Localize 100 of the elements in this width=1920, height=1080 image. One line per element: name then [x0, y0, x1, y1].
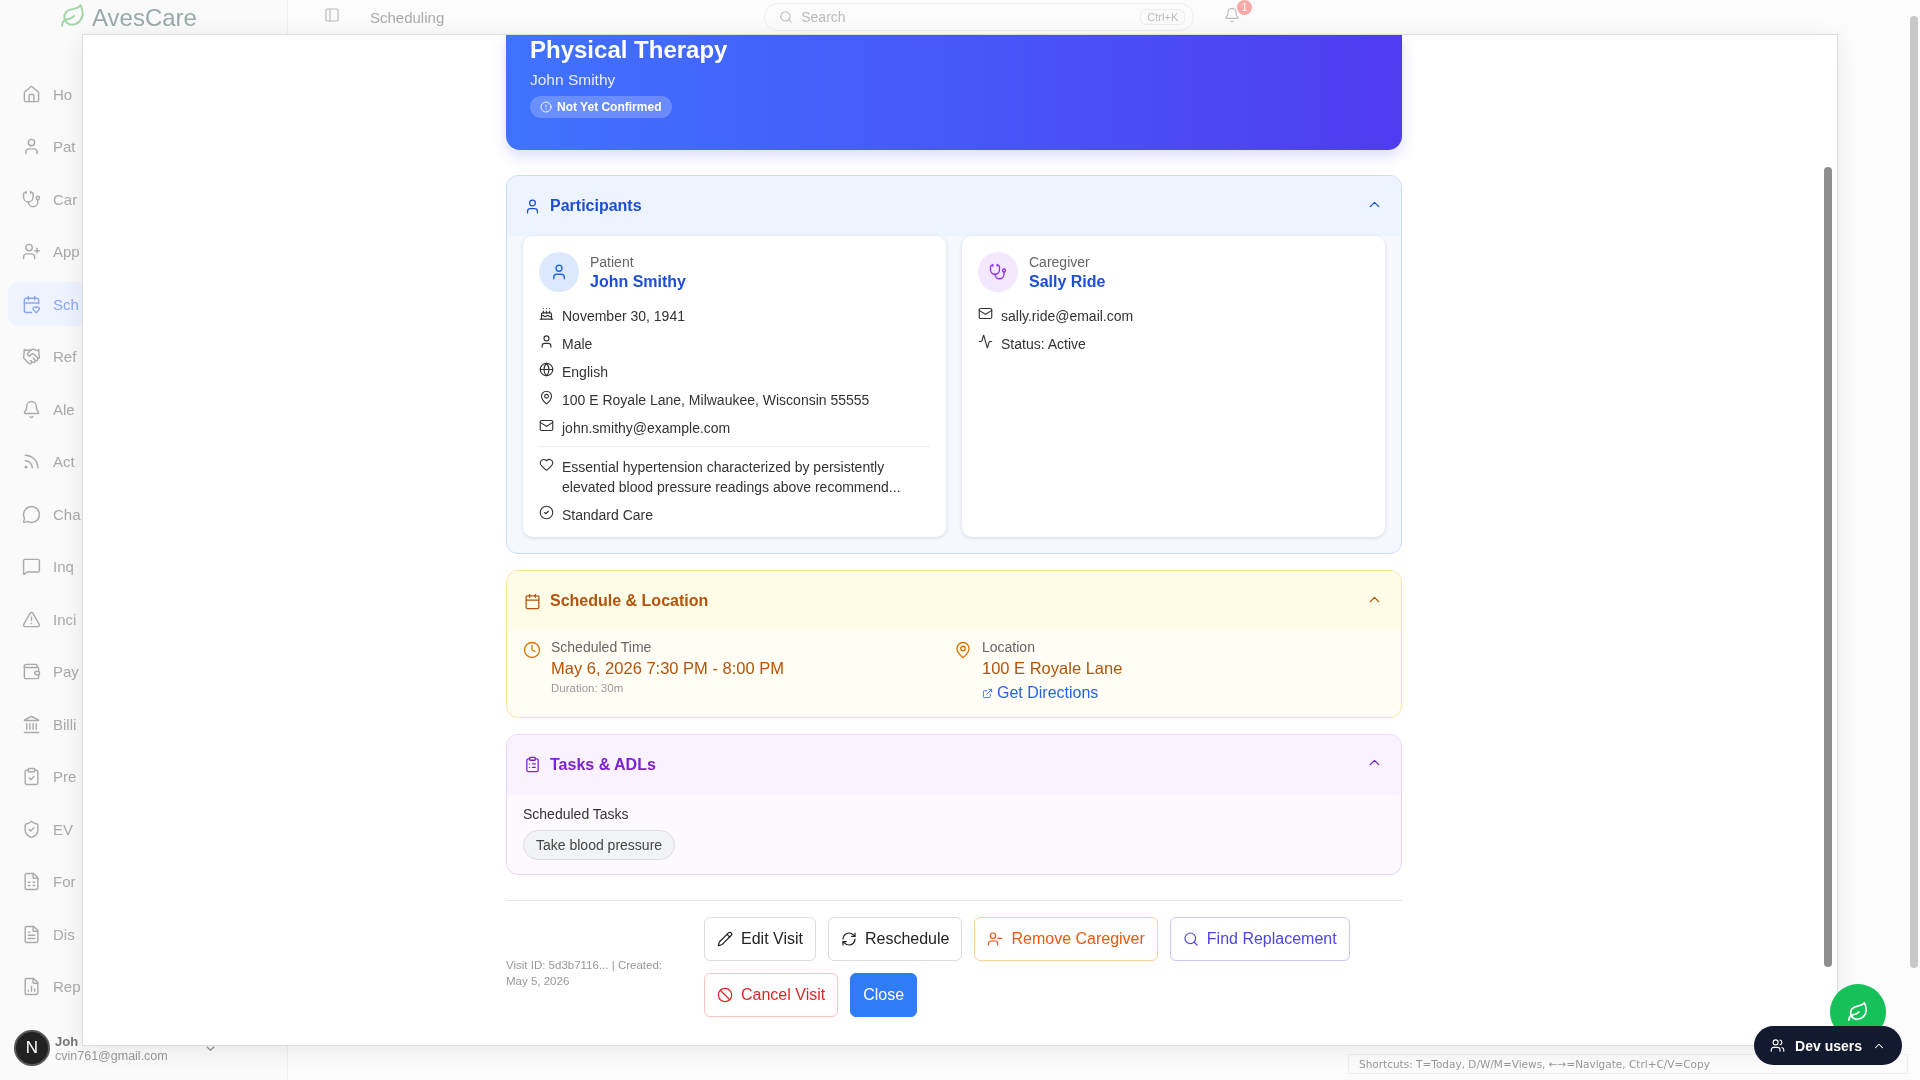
- person-name[interactable]: Sally Ride: [1029, 272, 1106, 291]
- mail-icon: [539, 418, 554, 433]
- person-name[interactable]: John Smithy: [590, 272, 686, 291]
- map-pin-icon: [954, 641, 972, 659]
- ban-icon: [717, 986, 733, 1003]
- leaf-icon: [60, 3, 86, 29]
- leaf-icon: [1847, 1001, 1869, 1023]
- detail-text: November 30, 1941: [562, 307, 685, 326]
- nav-item[interactable]: Ref: [8, 334, 279, 379]
- map-pin-icon: [539, 390, 554, 405]
- remove-button[interactable]: Remove Caregiver: [974, 916, 1158, 961]
- status-badge: Not Yet Confirmed: [530, 96, 673, 118]
- shortcut-hint: Ctrl+K: [1140, 9, 1186, 25]
- tasks-subtitle: Scheduled Tasks: [523, 805, 630, 822]
- nav-item[interactable]: Rep: [8, 964, 279, 1009]
- chat-icon: [22, 504, 41, 524]
- handshake-icon: [22, 347, 41, 366]
- external-link-icon: [982, 687, 993, 699]
- section-header[interactable]: Tasks & ADLs: [507, 734, 1401, 795]
- sidebar-toggle-icon: [324, 7, 340, 23]
- person-icon: [539, 334, 554, 349]
- cake-icon: [539, 306, 554, 321]
- feed-icon: [22, 452, 41, 471]
- nav-item[interactable]: Act: [8, 439, 279, 484]
- nav-item[interactable]: Billi: [8, 702, 279, 746]
- section-header[interactable]: Participants: [507, 176, 1401, 236]
- clock-icon: [523, 641, 541, 659]
- search-icon: [779, 10, 794, 24]
- heart-icon: [539, 457, 554, 472]
- bell-icon: [22, 399, 41, 419]
- role-label: Caregiver: [1029, 253, 1091, 270]
- document-icon: [22, 924, 41, 944]
- note-text: Essential hypertension characterized by persistently elevated blood pressure readings above recommend...: [562, 458, 902, 497]
- user-avatar[interactable]: N: [14, 1030, 50, 1066]
- message-icon: [22, 557, 41, 576]
- house-icon: [22, 84, 41, 104]
- clipboard-icon: [22, 767, 41, 786]
- spreadsheet-icon: [22, 872, 41, 891]
- user-name: Joh: [55, 1033, 80, 1049]
- user-email: cvin761@gmail.com: [55, 1048, 168, 1063]
- note-text: Standard Care: [562, 506, 654, 525]
- chevron-down-icon: [206, 1045, 215, 1051]
- detail-text: Status: Active: [1001, 335, 1086, 354]
- stethoscope-icon: [989, 263, 1007, 281]
- nav-item[interactable]: Ho: [8, 72, 279, 116]
- section-header[interactable]: Schedule & Location: [507, 571, 1401, 631]
- cancel-button[interactable]: Cancel Visit: [704, 972, 839, 1017]
- detail-text: English: [562, 363, 608, 382]
- pencil-icon: [717, 930, 733, 947]
- mail-icon: [978, 306, 993, 321]
- clipboard-icon: [524, 756, 541, 773]
- bell-icon: [1224, 7, 1241, 23]
- users-icon: [1770, 1038, 1786, 1053]
- bank-icon: [22, 714, 41, 734]
- nav-item[interactable]: For: [8, 859, 279, 904]
- dev-users-button[interactable]: Dev users: [1754, 1026, 1902, 1065]
- nav-item[interactable]: EV: [8, 807, 279, 851]
- person-icon: [524, 197, 541, 215]
- nav-item[interactable]: Dis: [8, 912, 279, 956]
- alert-icon: [540, 101, 552, 113]
- pulse-icon: [978, 334, 993, 349]
- section-title: Participants: [550, 197, 643, 215]
- task-chip: Take blood pressure: [523, 829, 676, 860]
- close-button[interactable]: Close: [850, 972, 918, 1017]
- detail-text: sally.ride@email.com: [1001, 307, 1134, 326]
- detail-text: Male: [562, 335, 593, 354]
- location-text: 100 E Royale Lane: [982, 659, 1123, 678]
- nav-item[interactable]: Pat: [8, 124, 279, 169]
- check-circle-icon: [539, 505, 554, 520]
- person-icon: [550, 263, 568, 281]
- role-label: Patient: [590, 253, 635, 270]
- report-icon: [22, 977, 41, 996]
- nav-item[interactable]: Car: [8, 177, 279, 221]
- section-title: Tasks & ADLs: [550, 755, 657, 774]
- nav-item[interactable]: Pre: [8, 754, 279, 799]
- logo-text: AvesCare: [92, 4, 197, 32]
- calendar-icon: [524, 592, 541, 610]
- section-title: Schedule & Location: [550, 592, 710, 610]
- nav-item[interactable]: Inq: [8, 544, 279, 589]
- search-icon: [1182, 930, 1199, 947]
- nav-item[interactable]: Cha: [8, 492, 279, 536]
- nav-item[interactable]: Ale: [8, 387, 279, 431]
- reschedule-button[interactable]: Reschedule: [827, 916, 963, 961]
- warning-icon: [22, 609, 41, 629]
- scrollbar-thumb[interactable]: [1824, 167, 1832, 967]
- nav-item[interactable]: Inci: [8, 597, 279, 641]
- detail-text: john.smithy@example.com: [562, 419, 731, 438]
- nav-item[interactable]: Pay: [8, 649, 279, 694]
- detail-text: 100 E Royale Lane, Milwaukee, Wisconsin 55555: [562, 391, 870, 410]
- directions-link[interactable]: Get Directions: [982, 684, 1099, 702]
- edit-button[interactable]: Edit Visit: [704, 916, 816, 961]
- find-button[interactable]: Find Replacement: [1169, 916, 1350, 961]
- user-minus-icon: [987, 930, 1004, 947]
- nav-item[interactable]: App: [8, 229, 279, 274]
- page-title: Scheduling: [370, 8, 445, 26]
- wallet-icon: [22, 662, 41, 681]
- scrollbar-thumb[interactable]: [1910, 16, 1918, 968]
- field-label: Scheduled Time: [551, 639, 653, 655]
- notification-badge: 1: [1236, 0, 1253, 15]
- globe-icon: [539, 362, 554, 377]
